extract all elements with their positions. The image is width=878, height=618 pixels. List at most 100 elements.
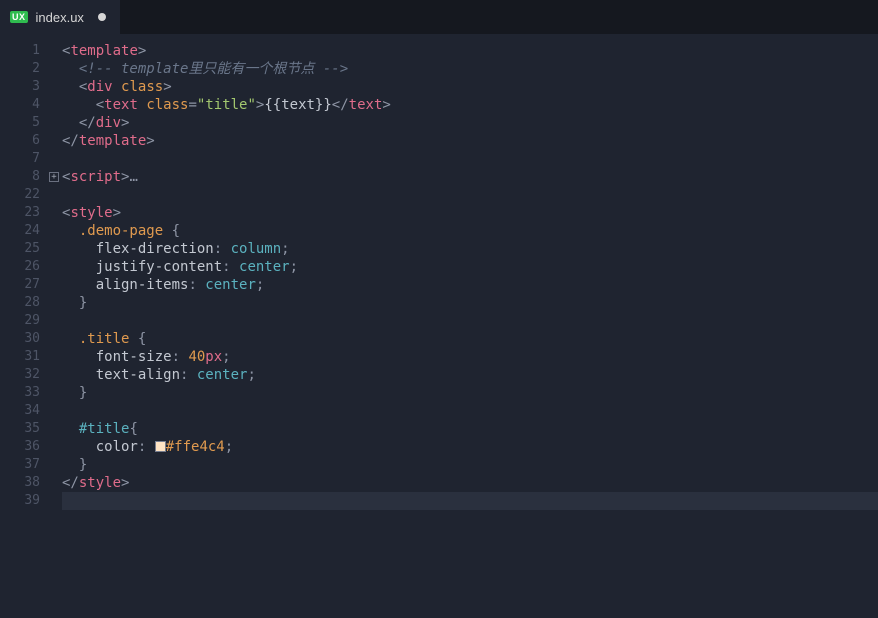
line-number: 24 (0, 222, 46, 240)
token-punc: } (79, 385, 87, 401)
code-area[interactable]: <template> <!-- template里只能有一个根节点 --> <d… (62, 34, 878, 618)
code-line[interactable] (62, 150, 878, 168)
token-attr: class (121, 79, 163, 95)
code-line[interactable] (62, 186, 878, 204)
token-punc: { (138, 331, 146, 347)
line-number: 38 (0, 474, 46, 492)
code-line[interactable]: #title{ (62, 420, 878, 438)
token-punc: > (138, 43, 146, 59)
fold-cell (46, 474, 62, 492)
token-punc: ; (247, 367, 255, 383)
code-line[interactable]: .demo-page { (62, 222, 878, 240)
token-val: center (205, 277, 256, 293)
line-number: 34 (0, 402, 46, 420)
token-punc: > (163, 79, 171, 95)
token-punc: > (121, 115, 129, 131)
token-punc: > (146, 133, 154, 149)
token-punc: ; (225, 439, 233, 455)
token-tag: text (349, 97, 383, 113)
token-str: "title" (197, 97, 256, 113)
code-line[interactable]: </div> (62, 114, 878, 132)
code-line[interactable]: text-align: center; (62, 366, 878, 384)
token-attr: class (146, 97, 188, 113)
code-line[interactable]: <text class="title">{{text}}</text> (62, 96, 878, 114)
token-tag: div (87, 79, 112, 95)
code-editor[interactable]: 1234567822232425262728293031323334353637… (0, 34, 878, 618)
token-punc: : (188, 277, 205, 293)
token-tag: style (79, 475, 121, 491)
token-punc: : (180, 367, 197, 383)
fold-column[interactable]: + (46, 34, 62, 618)
code-line[interactable]: font-size: 40px; (62, 348, 878, 366)
code-line[interactable] (62, 492, 878, 510)
fold-cell (46, 42, 62, 60)
token-punc: : (172, 349, 189, 365)
line-number: 35 (0, 420, 46, 438)
token-tag: template (70, 43, 137, 59)
token-tag: script (70, 169, 121, 185)
fold-cell[interactable]: + (46, 168, 62, 186)
token-tag: style (70, 205, 112, 221)
token-prop: align-items (96, 277, 189, 293)
tab-index-ux[interactable]: UX index.ux (0, 0, 120, 34)
code-line[interactable]: align-items: center; (62, 276, 878, 294)
code-line[interactable]: <div class> (62, 78, 878, 96)
code-line[interactable]: <!-- template里只能有一个根节点 --> (62, 60, 878, 78)
token-prop: color (96, 439, 138, 455)
line-number: 30 (0, 330, 46, 348)
code-line[interactable]: color: #ffe4c4; (62, 438, 878, 456)
code-line[interactable]: </style> (62, 474, 878, 492)
code-line[interactable] (62, 402, 878, 420)
token-punc: </ (62, 475, 79, 491)
token-punc: < (96, 97, 104, 113)
token-sel-cls: .demo-page (79, 223, 163, 239)
token-punc: </ (79, 115, 96, 131)
code-line[interactable]: <script>… (62, 168, 878, 186)
code-line[interactable]: } (62, 384, 878, 402)
token-mustache: {{text}} (264, 97, 331, 113)
token-punc: </ (62, 133, 79, 149)
code-line[interactable]: <template> (62, 42, 878, 60)
token-sel-id: #title (79, 421, 130, 437)
token-punc: : (222, 259, 239, 275)
code-line[interactable]: justify-content: center; (62, 258, 878, 276)
token-ellip: … (129, 169, 137, 185)
fold-cell (46, 186, 62, 204)
fold-cell (46, 492, 62, 510)
line-number: 32 (0, 366, 46, 384)
token-unit: px (205, 349, 222, 365)
fold-cell (46, 150, 62, 168)
token-punc: } (79, 457, 87, 473)
fold-cell (46, 312, 62, 330)
line-number: 8 (0, 168, 46, 186)
comment-text: <!-- template里只能有一个根节点 --> (62, 61, 348, 77)
line-number: 27 (0, 276, 46, 294)
code-line[interactable]: <style> (62, 204, 878, 222)
fold-expand-icon[interactable]: + (49, 172, 59, 182)
code-line[interactable]: } (62, 456, 878, 474)
code-line[interactable]: .title { (62, 330, 878, 348)
token-punc: { (172, 223, 180, 239)
line-number: 39 (0, 492, 46, 510)
fold-cell (46, 204, 62, 222)
token-punc: = (188, 97, 196, 113)
fold-cell (46, 240, 62, 258)
line-number: 2 (0, 60, 46, 78)
token-punc: ; (222, 349, 230, 365)
color-swatch-icon (155, 441, 166, 452)
fold-cell (46, 384, 62, 402)
fold-cell (46, 402, 62, 420)
token-plain (163, 223, 171, 239)
token-punc: > (382, 97, 390, 113)
line-number: 36 (0, 438, 46, 456)
code-line[interactable]: } (62, 294, 878, 312)
token-val: column (231, 241, 282, 257)
code-line[interactable] (62, 312, 878, 330)
line-number: 25 (0, 240, 46, 258)
token-tag: div (96, 115, 121, 131)
token-prop: flex-direction (96, 241, 214, 257)
code-line[interactable]: flex-direction: column; (62, 240, 878, 258)
token-plain (113, 79, 121, 95)
token-punc: ; (256, 277, 264, 293)
code-line[interactable]: </template> (62, 132, 878, 150)
